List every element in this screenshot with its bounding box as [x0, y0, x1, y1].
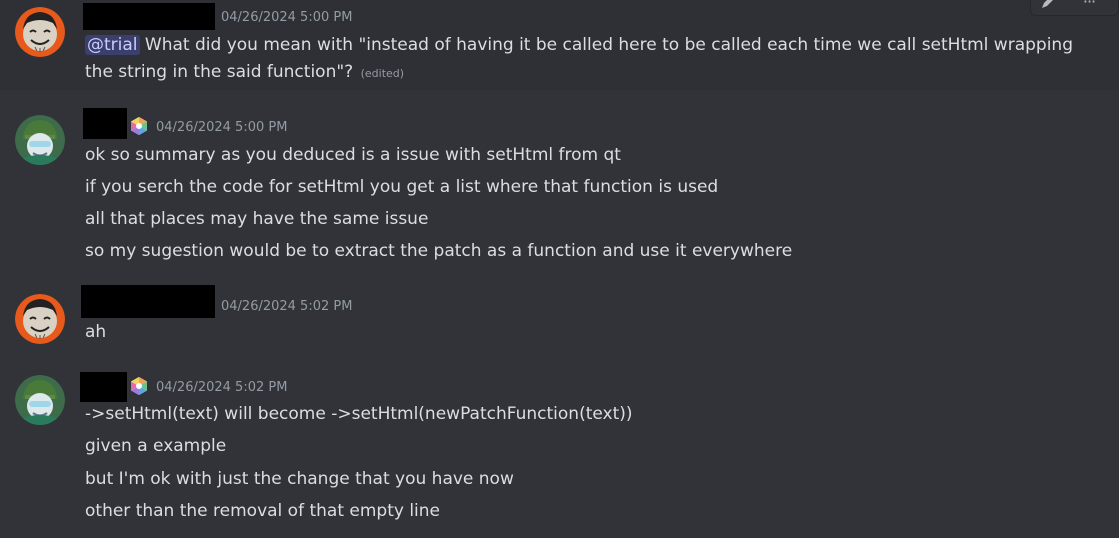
message-group-3[interactable]: 04/26/2024 5:02 PM ah: [0, 280, 1119, 350]
more-button[interactable]: ···: [1075, 0, 1103, 14]
timestamp: 04/26/2024 5:00 PM: [156, 120, 288, 135]
message-text: the string in the said function"?: [85, 62, 354, 82]
avatar-smiling-face-icon: [15, 7, 65, 57]
timestamp: 04/26/2024 5:02 PM: [221, 299, 353, 314]
avatar[interactable]: [15, 115, 65, 165]
message-line: @trial What did you mean with "instead o…: [85, 34, 1073, 56]
avatar-helmet-face-icon: [15, 115, 65, 165]
message-group-4[interactable]: 04/26/2024 5:02 PM ->setHtml(text) will …: [0, 360, 1119, 530]
message-line: if you serch the code for setHtml you ge…: [85, 177, 719, 197]
more-icon: ···: [1082, 0, 1096, 11]
message-line: other than the removal of that empty lin…: [85, 501, 441, 521]
message-line: ah: [85, 322, 107, 342]
avatar-smiling-face-icon: [15, 294, 65, 344]
avatar[interactable]: [15, 294, 65, 344]
message-line: ->setHtml(text) will become ->setHtml(ne…: [85, 404, 633, 424]
server-badge-icon: [131, 117, 147, 135]
avatar[interactable]: [15, 375, 65, 425]
message-group-1[interactable]: 04/26/2024 5:00 PM @trial What did you m…: [0, 0, 1119, 90]
edited-label: (edited): [360, 67, 405, 80]
avatar[interactable]: [15, 7, 65, 57]
redacted-username: [83, 108, 127, 139]
redacted-username: [80, 372, 127, 402]
avatar-helmet-face-icon: [15, 375, 65, 425]
message-line: so my sugestion would be to extract the …: [85, 241, 793, 261]
pencil-icon: [1042, 0, 1053, 8]
message-line: ok so summary as you deduced is a issue …: [85, 145, 621, 165]
user-mention[interactable]: @trial: [85, 35, 140, 55]
timestamp: 04/26/2024 5:02 PM: [156, 380, 288, 395]
redacted-username: [83, 3, 215, 30]
message-line: the string in the said function"? (edite…: [85, 61, 404, 85]
timestamp: 04/26/2024 5:00 PM: [221, 10, 353, 25]
server-badge-icon: [131, 377, 147, 395]
message-line: all that places may have the same issue: [85, 209, 429, 229]
message-text: What did you mean with "instead of havin…: [139, 35, 1073, 55]
message-toolbar: ···: [1030, 0, 1119, 16]
message-line: but I'm ok with just the change that you…: [85, 469, 514, 489]
redacted-username: [81, 285, 215, 318]
edit-button[interactable]: [1033, 0, 1061, 14]
message-line: given a example: [85, 436, 227, 456]
message-group-2[interactable]: 04/26/2024 5:00 PM ok so summary as you …: [0, 100, 1119, 270]
